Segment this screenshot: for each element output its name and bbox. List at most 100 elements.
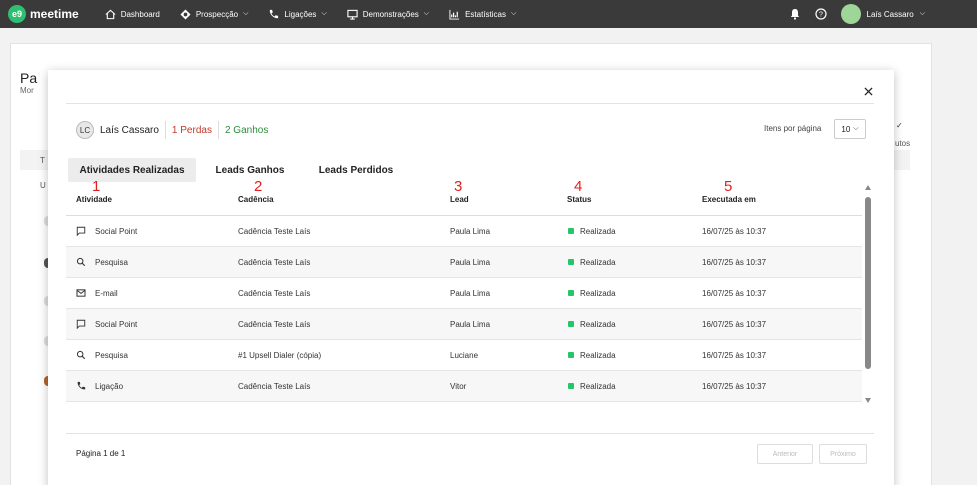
nav-prospeccao[interactable]: Prospecção ⌵ bbox=[180, 8, 249, 20]
divider bbox=[164, 121, 166, 139]
column-header-executada-em: Executada em bbox=[702, 195, 756, 204]
home-icon bbox=[105, 9, 116, 19]
gains-count: 2 Ganhos bbox=[224, 124, 269, 136]
search-icon bbox=[76, 350, 86, 360]
column-number-annotation: 1 bbox=[92, 178, 101, 195]
background-right-fragment: utos bbox=[895, 139, 911, 148]
user-initials-avatar: LC bbox=[76, 121, 94, 139]
table-row[interactable]: Social Point Cadência Teste Laís Paula L… bbox=[66, 309, 862, 340]
scrollbar-thumb[interactable] bbox=[865, 197, 871, 369]
chevron-down-icon: ⌵ bbox=[423, 10, 430, 17]
tab-leads-ganhos[interactable]: Leads Ganhos bbox=[208, 158, 292, 182]
status-indicator bbox=[568, 321, 574, 327]
column-number-annotation: 4 bbox=[574, 178, 583, 195]
status-indicator bbox=[568, 290, 574, 296]
cadence-cell: Cadência Teste Laís bbox=[238, 381, 311, 391]
chart-icon bbox=[449, 9, 460, 20]
activity-cell: Social Point bbox=[76, 309, 137, 339]
activity-name: Pesquisa bbox=[95, 350, 128, 360]
lead-cell: Vitor bbox=[450, 381, 467, 391]
nav-label: Estatísticas bbox=[465, 9, 506, 19]
column-header-cadencia: Cadência bbox=[238, 195, 274, 204]
avatar bbox=[840, 4, 861, 24]
table-row[interactable]: E-mail Cadência Teste Laís Paula Lima Re… bbox=[66, 278, 862, 309]
executed-cell: 16/07/25 às 10:37 bbox=[702, 350, 767, 360]
footer-divider bbox=[66, 433, 874, 434]
help-icon[interactable]: ? bbox=[814, 8, 827, 20]
nav-ligacoes[interactable]: Ligações ⌵ bbox=[268, 9, 327, 20]
user-menu[interactable]: Laís Cassaro ⌵ bbox=[840, 4, 925, 24]
activity-name: Ligação bbox=[95, 381, 124, 391]
status-badge: Realizada bbox=[580, 350, 616, 360]
background-page-title: Pa bbox=[20, 70, 38, 86]
lead-cell: Paula Lima bbox=[450, 288, 491, 298]
table-row[interactable]: Pesquisa Cadência Teste Laís Paula Lima … bbox=[66, 247, 862, 278]
tab-atividades-realizadas[interactable]: Atividades Realizadas bbox=[68, 158, 196, 182]
chevron-down-icon: ⌵ bbox=[919, 10, 925, 17]
activity-cell: Ligação bbox=[76, 371, 123, 401]
executed-cell: 16/07/25 às 10:37 bbox=[702, 319, 767, 329]
logo-text: meetime bbox=[30, 7, 79, 21]
previous-page-button[interactable]: Anterior bbox=[757, 444, 813, 464]
background-column-fragment: T bbox=[40, 156, 45, 165]
column-header-atividade: Atividade bbox=[76, 195, 113, 204]
meetime-logo[interactable]: e9 meetime bbox=[8, 5, 79, 23]
status-cell: Realizada bbox=[568, 278, 616, 308]
chevron-down-icon: ⌵ bbox=[853, 125, 859, 132]
nav-label: Ligações bbox=[284, 9, 317, 19]
lead-cell: Paula Lima bbox=[450, 319, 491, 329]
table-row[interactable]: Ligação Cadência Teste Laís Vitor Realiz… bbox=[66, 371, 862, 402]
user-name: Laís Cassaro bbox=[866, 9, 914, 19]
phone-icon bbox=[77, 381, 86, 390]
chevron-down-icon: ⌵ bbox=[511, 10, 517, 17]
table-row[interactable]: Pesquisa #1 Upsell Dialer (cópia) Lucian… bbox=[66, 340, 862, 371]
column-header-lead: Lead bbox=[450, 195, 469, 204]
nav-dashboard[interactable]: Dashboard bbox=[105, 9, 160, 20]
divider bbox=[217, 121, 219, 139]
email-icon bbox=[76, 289, 86, 297]
status-indicator bbox=[568, 383, 574, 389]
nav-estatisticas[interactable]: Estatísticas ⌵ bbox=[449, 9, 516, 20]
status-cell: Realizada bbox=[568, 340, 616, 370]
scroll-down-arrow[interactable] bbox=[865, 398, 871, 403]
scroll-up-arrow[interactable] bbox=[865, 185, 871, 190]
next-page-button[interactable]: Próximo bbox=[819, 444, 867, 464]
activity-name: Social Point bbox=[95, 226, 138, 236]
executed-cell: 16/07/25 às 10:37 bbox=[702, 288, 767, 298]
activity-cell: Pesquisa bbox=[76, 340, 128, 370]
nav-label: Demonstrações bbox=[362, 9, 419, 19]
items-per-page-label: Itens por página bbox=[764, 124, 822, 133]
status-badge: Realizada bbox=[580, 226, 616, 236]
user-name: Laís Cassaro bbox=[100, 124, 159, 136]
table-row[interactable]: Social Point Cadência Teste Laís Paula L… bbox=[66, 216, 862, 247]
status-badge: Realizada bbox=[580, 319, 616, 329]
executed-cell: 16/07/25 às 10:37 bbox=[702, 257, 767, 267]
status-badge: Realizada bbox=[580, 257, 616, 267]
status-cell: Realizada bbox=[568, 309, 616, 339]
column-number-annotation: 5 bbox=[724, 178, 733, 195]
header-divider bbox=[66, 103, 874, 104]
cadence-cell: Cadência Teste Laís bbox=[238, 319, 311, 329]
column-number-annotation: 3 bbox=[454, 178, 463, 195]
items-per-page-select[interactable]: 10 ⌵ bbox=[834, 119, 866, 139]
chat-icon bbox=[76, 226, 86, 236]
svg-text:?: ? bbox=[819, 12, 823, 19]
top-right-area: ? Laís Cassaro ⌵ bbox=[789, 0, 925, 28]
status-badge: Realizada bbox=[580, 288, 616, 298]
activity-name: Social Point bbox=[95, 319, 138, 329]
cadence-cell: #1 Upsell Dialer (cópia) bbox=[238, 350, 322, 360]
user-details-modal: LC Laís Cassaro 1 Perdas 2 Ganhos Itens … bbox=[48, 70, 894, 485]
activity-name: Pesquisa bbox=[95, 257, 128, 267]
bell-icon[interactable] bbox=[789, 8, 801, 20]
nav-demonstracoes[interactable]: Demonstrações ⌵ bbox=[347, 9, 429, 20]
lead-cell: Paula Lima bbox=[450, 226, 491, 236]
close-icon bbox=[863, 86, 873, 96]
close-button[interactable] bbox=[861, 84, 875, 98]
tab-leads-perdidos[interactable]: Leads Perdidos bbox=[310, 158, 402, 182]
status-indicator bbox=[568, 228, 574, 234]
nav-label: Prospecção bbox=[195, 9, 239, 19]
monitor-icon bbox=[347, 9, 358, 20]
search-icon bbox=[76, 257, 86, 267]
executed-cell: 16/07/25 às 10:37 bbox=[702, 381, 767, 391]
chevron-down-icon: ⌵ bbox=[243, 10, 249, 17]
